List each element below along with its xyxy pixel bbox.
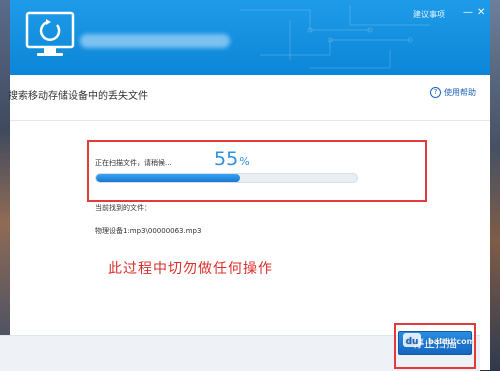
close-button[interactable]: ✕ [477,7,485,18]
current-file-path: 物理设备1:mp3\00000063.mp3 [95,227,202,235]
desktop-background-left [0,0,10,370]
help-label: 使用帮助 [444,88,476,97]
progress-fill [96,174,240,182]
minimize-button[interactable]: — [463,7,473,18]
found-files-label: 当前找到的文件： [95,204,151,212]
percent-sign: % [239,155,250,168]
help-link[interactable]: ? 使用帮助 [430,87,476,98]
warning-annotation: 此过程中切勿做任何操作 [108,261,273,277]
progress-bar [95,173,358,183]
monitor-icon [25,11,75,56]
percent-value: 55 [214,148,239,170]
desktop-background-right [490,0,500,370]
question-icon: ? [430,87,441,98]
svg-text:du: du [406,337,419,347]
suggestions-link[interactable]: 建议事项 [413,9,445,20]
baidu-jingyan-watermark: du .baidu.com [403,333,473,347]
highlight-box-progress [87,140,427,202]
page-title: 搜索移动存储设备中的丢失文件 [8,91,148,102]
blurred-app-title [80,34,230,48]
title-bar: 建议事项 — ✕ [10,0,490,75]
scan-status-text: 正在扫描文件，请稍候... [95,159,172,167]
progress-percent: 55% [214,148,250,170]
svg-text:.baidu.com: .baidu.com [425,337,473,346]
